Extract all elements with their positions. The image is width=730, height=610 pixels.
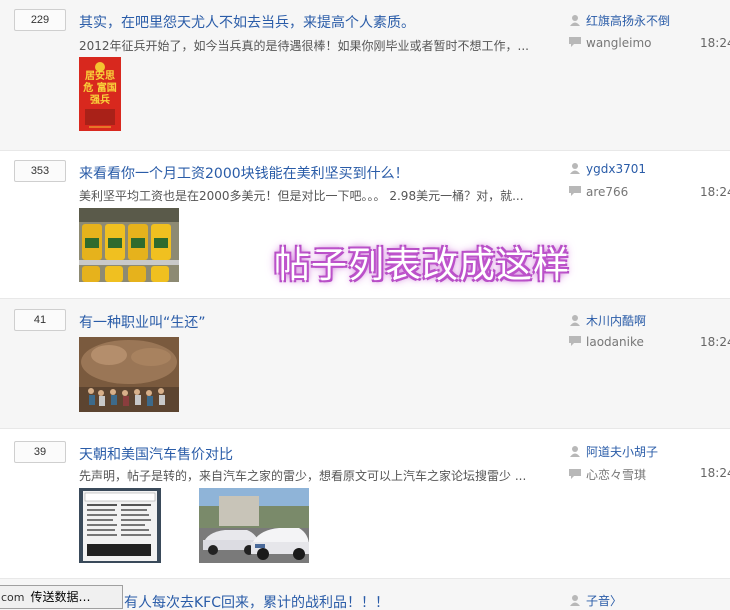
- last-reply-user[interactable]: are766: [569, 185, 628, 199]
- post-thumbnail[interactable]: 居安思危 富国强兵: [79, 57, 121, 131]
- post-time: 18:24: [700, 36, 730, 50]
- post-thumbnail[interactable]: [79, 488, 161, 563]
- post-item: 229 其实，在吧里怨天尤人不如去当兵，来提高个人素质。 2012年征兵开始了，…: [0, 0, 730, 151]
- post-title[interactable]: 有人每次去KFC回来，累计的战利品！！！: [124, 592, 389, 610]
- reply-user-name[interactable]: 心恋々雪琪: [586, 468, 646, 482]
- post-excerpt: 美利坚平均工资也是在2000多美元！但是对比一下吧。。。 2.98美元一桶？对，…: [79, 189, 524, 203]
- user-icon: [569, 445, 581, 457]
- post-excerpt: 先声明，帖子是转的，来自汽车之家的雷少，想看原文可以上汽车之家论坛搜雷少 ...: [79, 469, 527, 483]
- user-icon: [569, 594, 581, 606]
- post-time: 18:24: [700, 185, 730, 199]
- post-thumbnail[interactable]: [79, 208, 179, 282]
- post-title[interactable]: 来看看你一个月工资2000块钱能在美利坚买到什么！: [79, 163, 409, 183]
- post-author[interactable]: 木川内酷啊: [569, 312, 646, 329]
- post-thumbnail[interactable]: [79, 337, 179, 412]
- post-author[interactable]: 红旗高扬永不倒: [569, 12, 670, 29]
- user-icon: [569, 314, 581, 326]
- user-icon: [569, 162, 581, 174]
- last-reply-user[interactable]: 心恋々雪琪: [569, 466, 646, 483]
- user-icon: [569, 14, 581, 26]
- post-excerpt: 2012年征兵开始了，如今当兵真的是待遇很棒！如果你刚毕业或者暂时不想工作，..…: [79, 39, 529, 53]
- status-text: 传送数据…: [30, 590, 91, 604]
- post-title[interactable]: 其实，在吧里怨天尤人不如去当兵，来提高个人素质。: [79, 12, 415, 32]
- post-title[interactable]: 天朝和美国汽车售价对比: [79, 444, 233, 464]
- reply-user-name[interactable]: laodanike: [586, 335, 644, 349]
- comment-icon: [569, 335, 581, 347]
- author-name[interactable]: 红旗高扬永不倒: [586, 14, 670, 28]
- author-name[interactable]: 子音〉: [586, 594, 622, 608]
- browser-status-bar: com 传送数据…: [0, 585, 123, 609]
- author-name[interactable]: ygdx3701: [586, 162, 646, 176]
- reply-count: 39: [14, 441, 66, 463]
- comment-icon: [569, 36, 581, 48]
- last-reply-user[interactable]: laodanike: [569, 335, 644, 349]
- post-author[interactable]: 子音〉: [569, 592, 622, 609]
- comment-icon: [569, 468, 581, 480]
- last-reply-user[interactable]: wangleimo: [569, 36, 651, 50]
- reply-count: 41: [14, 309, 66, 331]
- reply-count: 353: [14, 160, 66, 182]
- author-name[interactable]: 木川内酷啊: [586, 314, 646, 328]
- reply-user-name[interactable]: wangleimo: [586, 36, 651, 50]
- status-prefix: com: [1, 591, 25, 604]
- post-author[interactable]: ygdx3701: [569, 162, 646, 176]
- reply-user-name[interactable]: are766: [586, 185, 628, 199]
- thumbnail-caption: 居安思危 富国强兵: [83, 71, 117, 106]
- post-thumbnail[interactable]: [199, 488, 309, 563]
- comment-icon: [569, 185, 581, 197]
- post-time: 18:24: [700, 335, 730, 349]
- post-item: 39 天朝和美国汽车售价对比 先声明，帖子是转的，来自汽车之家的雷少，想看原文可…: [0, 429, 730, 579]
- post-title[interactable]: 有一种职业叫“生还”: [79, 312, 206, 332]
- post-author[interactable]: 阿道夫小胡子: [569, 443, 658, 460]
- reply-count: 229: [14, 9, 66, 31]
- annotation-overlay: 帖子列表改成这样: [274, 245, 571, 286]
- post-item: 41 有一种职业叫“生还” 木川内酷啊 laodanike 18:24: [0, 299, 730, 429]
- author-name[interactable]: 阿道夫小胡子: [586, 445, 658, 459]
- post-time: 18:24: [700, 466, 730, 480]
